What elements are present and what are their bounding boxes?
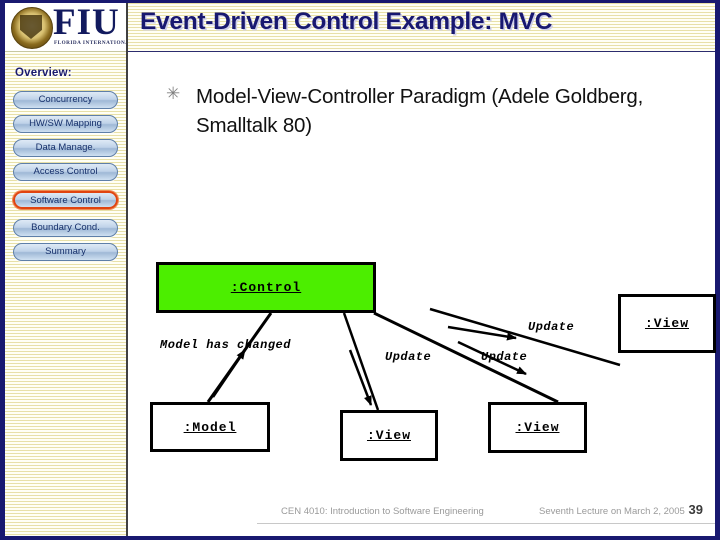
- sidebar-item-hw-sw-mapping[interactable]: HW/SW Mapping: [13, 115, 118, 133]
- footer-divider: [257, 523, 715, 524]
- diagram-connectors: [206, 307, 621, 411]
- slide-canvas: FIU FLORIDA INTERNATIONAL UNIVERSITY Ove…: [0, 0, 720, 540]
- sidebar-item-software-control[interactable]: Software Control: [13, 191, 118, 209]
- bullet-item: ✳ Model-View-Controller Paradigm (Adele …: [166, 82, 695, 140]
- node-model-label: :Model: [183, 419, 237, 435]
- sidebar-item-concurrency[interactable]: Concurrency: [13, 91, 118, 109]
- node-view-lower-right-label: :View: [515, 420, 560, 435]
- slide-title-banner: Event-Driven Control Example: MVC: [128, 3, 715, 52]
- university-seal-icon: [11, 7, 53, 49]
- node-view-right-label: :View: [644, 316, 689, 331]
- fiu-letters: FIU: [53, 3, 120, 43]
- page-number: 39: [688, 502, 703, 517]
- node-view-lower-right[interactable]: :View: [488, 402, 587, 453]
- page-title: Event-Driven Control Example: MVC: [140, 8, 553, 35]
- edge-label-update-right: Update: [528, 320, 575, 334]
- bullet-text: Model-View-Controller Paradigm (Adele Go…: [196, 85, 644, 137]
- edge-label-update-lower-right: Update: [481, 350, 528, 364]
- mvc-diagram: :Control :Model :View :View :View Model …: [128, 202, 720, 532]
- slide-footer: CEN 4010: Introduction to Software Engin…: [251, 502, 715, 524]
- sidebar-nav: Overview: Concurrency HW/SW Mapping Data…: [5, 51, 126, 536]
- sidebar: FIU FLORIDA INTERNATIONAL UNIVERSITY Ove…: [5, 3, 128, 536]
- fiu-logo: FIU FLORIDA INTERNATIONAL UNIVERSITY: [5, 3, 126, 52]
- node-model[interactable]: :Model: [150, 402, 270, 452]
- node-view-middle[interactable]: :View: [340, 410, 438, 461]
- node-view-middle-label: :View: [366, 428, 411, 443]
- sidebar-item-access-control[interactable]: Access Control: [13, 163, 118, 181]
- asterisk-bullet-icon: ✳: [166, 84, 181, 103]
- node-control[interactable]: :Control: [156, 262, 376, 313]
- slide-content: ✳ Model-View-Controller Paradigm (Adele …: [128, 52, 716, 536]
- footer-lecture-text: Seventh Lecture on March 2, 2005: [539, 506, 685, 517]
- edge-label-model-has-changed: Model has changed: [160, 338, 291, 352]
- sidebar-item-data-manage[interactable]: Data Manage.: [13, 139, 118, 157]
- fiu-subtitle: FLORIDA INTERNATIONAL UNIVERSITY: [54, 40, 126, 46]
- sidebar-item-summary[interactable]: Summary: [13, 243, 118, 261]
- node-control-label: :Control: [230, 280, 302, 295]
- sidebar-heading: Overview:: [15, 67, 72, 79]
- footer-course-text: CEN 4010: Introduction to Software Engin…: [281, 506, 484, 517]
- sidebar-item-boundary-cond[interactable]: Boundary Cond.: [13, 219, 118, 237]
- edge-label-update-middle: Update: [385, 350, 432, 364]
- node-view-right[interactable]: :View: [618, 294, 716, 353]
